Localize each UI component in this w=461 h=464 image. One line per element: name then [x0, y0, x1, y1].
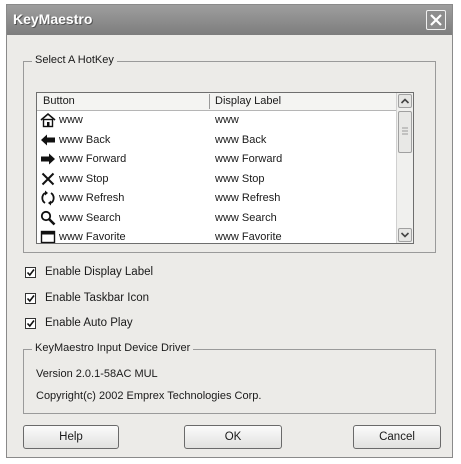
- version-text: Version 2.0.1-58AC MUL: [36, 368, 158, 380]
- copyright-text: Copyright(c) 2002 Emprex Technologies Co…: [36, 390, 262, 402]
- row-button: www Stop: [59, 172, 109, 185]
- row-display-label: www Forward: [215, 153, 283, 165]
- scroll-up-button[interactable]: [398, 94, 412, 108]
- hotkey-groupbox: Select A HotKey Button Display Label www…: [23, 54, 436, 253]
- scroll-thumb[interactable]: [398, 111, 412, 153]
- search-magnifier-icon: [40, 210, 56, 225]
- row-button: www Forward: [59, 153, 127, 165]
- column-header-button[interactable]: Button: [43, 95, 75, 107]
- row-display-label: www Stop: [215, 172, 265, 185]
- checkmark-icon: [26, 269, 35, 277]
- column-divider[interactable]: [209, 94, 210, 109]
- grip-lines-icon: [402, 127, 408, 135]
- row-button: www Refresh: [59, 192, 125, 204]
- chevron-up-icon: [400, 98, 410, 104]
- list-item[interactable]: www Search www Search: [37, 209, 399, 229]
- driver-group-legend: KeyMaestro Input Device Driver: [32, 342, 194, 354]
- scroll-down-button[interactable]: [398, 228, 412, 242]
- taskbar-icon-checkbox[interactable]: [25, 293, 36, 304]
- list-item[interactable]: www Refresh www Refresh: [37, 189, 399, 209]
- ok-button[interactable]: OK: [184, 425, 282, 449]
- vertical-scrollbar[interactable]: [396, 93, 413, 243]
- auto-play-checkbox[interactable]: [25, 318, 36, 329]
- close-icon: [430, 14, 442, 26]
- list-item[interactable]: www Back www Back: [37, 131, 399, 151]
- favorites-icon: [40, 230, 56, 243]
- driver-info-groupbox: KeyMaestro Input Device Driver Version 2…: [23, 342, 436, 414]
- list-rows: www www www Back www Back www Forward ww…: [37, 111, 399, 243]
- row-button: www Favorite: [59, 231, 126, 243]
- title-bar[interactable]: KeyMaestro: [7, 5, 452, 35]
- home-icon: [40, 112, 56, 128]
- window-title: KeyMaestro: [13, 11, 93, 27]
- display-label-checkbox-label[interactable]: Enable Display Label: [45, 266, 153, 278]
- forward-arrow-icon: [41, 153, 55, 165]
- chevron-down-icon: [400, 232, 410, 238]
- close-button[interactable]: [426, 10, 446, 30]
- cancel-button[interactable]: Cancel: [353, 425, 441, 449]
- list-item[interactable]: www Forward www Forward: [37, 150, 399, 170]
- list-item[interactable]: www Favorite www Favorite: [37, 228, 399, 243]
- auto-play-checkbox-label[interactable]: Enable Auto Play: [45, 317, 133, 329]
- checkmark-icon: [26, 320, 35, 328]
- refresh-icon: [41, 190, 55, 206]
- list-item[interactable]: www Stop www Stop: [37, 170, 399, 190]
- row-button: www: [59, 114, 83, 126]
- hotkey-list[interactable]: Button Display Label www www www Back ww…: [36, 92, 414, 244]
- list-header: Button Display Label: [37, 93, 399, 111]
- row-display-label: www Favorite: [215, 231, 282, 243]
- back-arrow-icon: [41, 134, 55, 145]
- display-label-checkbox[interactable]: [25, 267, 36, 278]
- row-display-label: www Back: [215, 133, 267, 146]
- column-header-display-label[interactable]: Display Label: [215, 95, 281, 107]
- stop-x-icon: [41, 172, 55, 185]
- row-display-label: www Search: [215, 211, 277, 224]
- hotkey-group-legend: Select A HotKey: [32, 54, 117, 66]
- checkmark-icon: [26, 295, 35, 303]
- row-display-label: www Refresh: [215, 192, 281, 204]
- help-button[interactable]: Help: [23, 425, 119, 449]
- row-button: www Back: [59, 133, 111, 146]
- row-display-label: www: [215, 114, 239, 126]
- row-button: www Search: [59, 211, 121, 224]
- keymaestro-dialog: KeyMaestro Select A HotKey Button Displa…: [6, 4, 453, 458]
- list-item[interactable]: www www: [37, 111, 399, 131]
- taskbar-icon-checkbox-label[interactable]: Enable Taskbar Icon: [45, 292, 149, 304]
